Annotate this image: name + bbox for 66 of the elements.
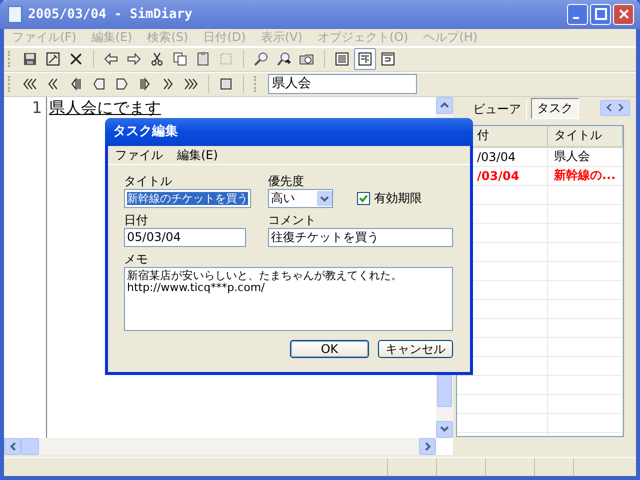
checkbox[interactable] bbox=[357, 192, 370, 205]
close-button[interactable] bbox=[613, 4, 634, 25]
copy-icon bbox=[172, 51, 188, 68]
minimize-button[interactable] bbox=[567, 4, 588, 25]
left-arrow-icon bbox=[103, 51, 119, 68]
scroll-left-button[interactable] bbox=[4, 438, 21, 455]
dropdown-value: 高い bbox=[271, 190, 296, 207]
table-cell: 県人会 bbox=[548, 146, 622, 166]
title-field[interactable]: 新幹線のチケットを買う bbox=[124, 189, 251, 208]
dialog-title: タスク編集 bbox=[105, 118, 473, 146]
cut-icon bbox=[149, 51, 165, 68]
square-icon bbox=[218, 76, 234, 92]
document-icon bbox=[8, 6, 22, 23]
window-title: 2005/03/04 - SimDiary bbox=[28, 6, 194, 22]
down-chevron-icon bbox=[440, 426, 449, 432]
priority-dropdown[interactable]: 高い bbox=[268, 189, 333, 208]
close-icon bbox=[618, 8, 630, 20]
save-icon bbox=[22, 51, 38, 68]
delete-icon bbox=[68, 51, 84, 68]
field-label: 優先度 bbox=[268, 173, 305, 189]
checkmark-icon bbox=[359, 194, 368, 203]
right-shape-icon bbox=[114, 76, 130, 92]
left-shape-icon bbox=[91, 76, 107, 92]
memo-field[interactable]: 新宿某店が安いらしいと、たまちゃんが教えてくれた。 http://www.ticq***p.com/ bbox=[124, 267, 453, 331]
text-line: 県人会にでます bbox=[49, 96, 162, 119]
tab-scroll-buttons[interactable] bbox=[600, 100, 630, 116]
maximize-icon bbox=[594, 8, 606, 20]
scroll-down-button[interactable] bbox=[436, 420, 453, 438]
right-arrow-icon bbox=[126, 51, 142, 68]
date-field[interactable]: 05/03/04 bbox=[124, 228, 246, 247]
minimize-icon bbox=[572, 17, 578, 20]
dotted-square-icon bbox=[218, 51, 234, 68]
left-right-chevrons-icon bbox=[605, 103, 625, 112]
search-arrow-icon bbox=[276, 51, 292, 68]
line-number: 1 bbox=[30, 96, 42, 119]
page-icon bbox=[334, 51, 350, 68]
table-cell: 新幹線の... bbox=[548, 166, 622, 186]
down-chevron-icon bbox=[320, 196, 329, 202]
horizontal-scrollbar[interactable] bbox=[4, 438, 436, 455]
left-chevron-icon bbox=[10, 442, 16, 451]
field-label: メモ bbox=[124, 251, 149, 267]
dropdown-button[interactable] bbox=[317, 191, 332, 206]
field-label: タイトル bbox=[124, 173, 173, 189]
column-header[interactable]: タイトル bbox=[548, 126, 622, 147]
scroll-up-button[interactable] bbox=[436, 96, 453, 114]
field-label: 日付 bbox=[124, 212, 149, 228]
checkbox-label: 有効期限 bbox=[374, 190, 422, 207]
up-chevron-icon bbox=[440, 102, 449, 108]
split-page-button[interactable] bbox=[354, 48, 376, 70]
right-chevron-icon bbox=[424, 442, 430, 451]
search-field[interactable]: 県人会 bbox=[268, 74, 417, 94]
scroll-thumb[interactable] bbox=[21, 438, 39, 455]
field-label: コメント bbox=[268, 212, 317, 228]
tab[interactable]: タスク bbox=[531, 98, 579, 119]
maximize-button[interactable] bbox=[590, 4, 611, 25]
search-icon bbox=[253, 51, 269, 68]
window-page-icon bbox=[380, 51, 396, 68]
scroll-right-button[interactable] bbox=[419, 438, 436, 455]
dialog-button[interactable]: キャンセル bbox=[378, 340, 453, 358]
paste-icon bbox=[195, 51, 211, 68]
menu-item[interactable]: ファイル bbox=[108, 146, 170, 164]
comment-field[interactable]: 往復チケットを買う bbox=[268, 228, 453, 247]
edit-icon bbox=[45, 51, 61, 68]
dialog-button[interactable]: OK bbox=[290, 340, 369, 358]
split-page-icon bbox=[357, 51, 373, 68]
menu-item[interactable]: 編集(E) bbox=[170, 146, 225, 164]
